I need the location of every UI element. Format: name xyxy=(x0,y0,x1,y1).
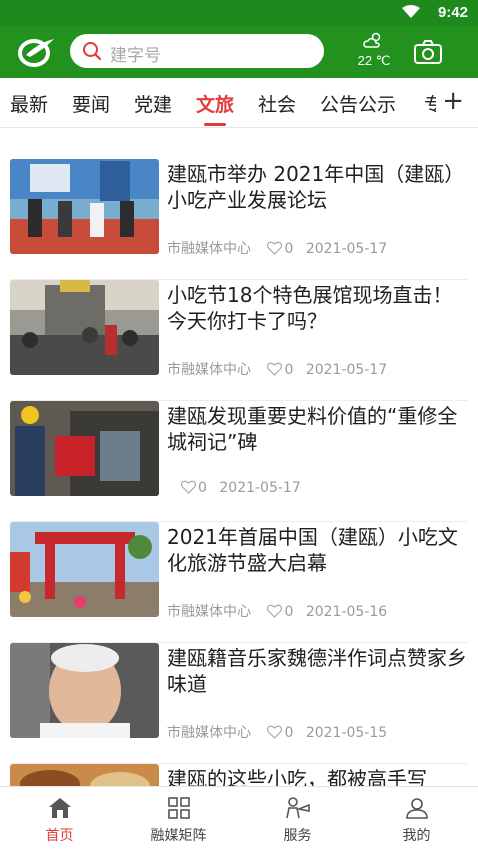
like-count: 0 xyxy=(284,241,294,257)
tab-society[interactable]: 社会 xyxy=(258,90,296,117)
heart-icon xyxy=(267,362,283,380)
news-title: 建瓯的这些小吃，都被高手写 xyxy=(167,767,427,786)
tab-culture-tourism[interactable]: 文旅 xyxy=(196,90,235,126)
news-date: 2021-05-16 xyxy=(305,604,388,620)
app-logo-icon[interactable] xyxy=(16,35,56,69)
search-icon xyxy=(82,41,102,65)
news-source: 市融媒体中心 xyxy=(167,725,251,741)
news-item[interactable]: 小吃节18个特色展馆现场直击！今天你打卡了吗？ 市融媒体中心 0 2021-05… xyxy=(0,280,478,401)
news-item[interactable]: 建瓯市举办 2021年中国（建瓯）小吃产业发展论坛 市融媒体中心 0 2021-… xyxy=(0,159,478,280)
news-item[interactable]: 2021年首届中国（建瓯）小吃文化旅游节盛大启幕 市融媒体中心 0 2021-0… xyxy=(0,522,478,643)
news-title: 小吃节18个特色展馆现场直击！今天你打卡了吗？ xyxy=(167,283,453,333)
like-button[interactable]: 0 xyxy=(267,241,293,259)
news-item[interactable]: 建瓯发现重要史料价值的“重修全城祠记”碑 0 2021-05-17 xyxy=(0,401,478,522)
news-thumbnail xyxy=(10,401,159,496)
like-count: 0 xyxy=(284,725,294,741)
weather-widget[interactable]: 22 ℃ xyxy=(352,31,396,73)
like-button[interactable]: 0 xyxy=(180,480,207,498)
nav-home[interactable]: 首页 xyxy=(0,787,119,851)
bottom-nav: 首页 融媒矩阵 服务 我的 xyxy=(0,786,478,850)
news-date: 2021-05-17 xyxy=(305,362,388,378)
service-icon xyxy=(238,797,357,823)
search-placeholder: 建字号 xyxy=(110,46,161,66)
partly-cloudy-icon xyxy=(352,31,396,53)
like-button[interactable]: 0 xyxy=(267,725,293,743)
tab-party-building[interactable]: 党建 xyxy=(134,90,172,117)
wifi-icon xyxy=(402,5,420,23)
news-source: 市融媒体中心 xyxy=(167,604,251,620)
status-bar: 9:42 xyxy=(0,0,478,26)
tab-latest[interactable]: 最新 xyxy=(10,90,48,117)
grid-icon xyxy=(119,797,238,823)
tab-label: 文旅 xyxy=(196,94,235,116)
nav-label: 首页 xyxy=(45,828,74,844)
nav-me[interactable]: 我的 xyxy=(357,787,476,851)
news-meta: 市融媒体中心 0 2021-05-15 xyxy=(167,722,387,743)
like-button[interactable]: 0 xyxy=(267,604,293,622)
heart-icon xyxy=(180,480,197,498)
nav-label: 融媒矩阵 xyxy=(150,828,207,844)
heart-icon xyxy=(267,241,283,259)
tab-announcements[interactable]: 公告公示 xyxy=(320,90,396,117)
app-header: 建字号 22 ℃ xyxy=(0,26,478,78)
home-icon xyxy=(0,797,119,823)
news-thumbnail xyxy=(10,764,159,786)
news-thumbnail xyxy=(10,159,159,254)
news-date: 2021-05-15 xyxy=(305,725,388,741)
active-tab-indicator xyxy=(204,123,227,126)
news-source: 市融媒体中心 xyxy=(167,362,251,378)
news-date: 2021-05-17 xyxy=(305,241,388,257)
news-meta: 市融媒体中心 0 2021-05-17 xyxy=(167,359,387,380)
news-thumbnail xyxy=(10,280,159,375)
news-meta: 市融媒体中心 0 2021-05-16 xyxy=(167,601,387,622)
news-list: 建瓯市举办 2021年中国（建瓯）小吃产业发展论坛 市融媒体中心 0 2021-… xyxy=(0,128,478,786)
camera-icon[interactable] xyxy=(413,39,443,69)
tab-headlines[interactable]: 要闻 xyxy=(72,90,110,117)
nav-label: 服务 xyxy=(283,828,312,844)
news-meta: 市融媒体中心 0 2021-05-17 xyxy=(167,238,387,259)
news-meta: 0 2021-05-17 xyxy=(180,480,301,498)
nav-media-matrix[interactable]: 融媒矩阵 xyxy=(119,787,238,851)
news-date: 2021-05-17 xyxy=(219,480,301,496)
news-thumbnail xyxy=(10,522,159,617)
add-tab-button[interactable]: + xyxy=(436,86,464,116)
like-button[interactable]: 0 xyxy=(267,362,293,380)
news-item[interactable]: 建瓯籍音乐家魏德泮作词点赞家乡味道 市融媒体中心 0 2021-05-15 xyxy=(0,643,478,764)
news-title: 建瓯市举办 2021年中国（建瓯）小吃产业发展论坛 xyxy=(167,162,465,212)
status-time: 9:42 xyxy=(437,4,468,21)
like-count: 0 xyxy=(284,362,294,378)
search-bar[interactable]: 建字号 xyxy=(70,34,324,68)
user-icon xyxy=(357,797,476,823)
news-title: 2021年首届中国（建瓯）小吃文化旅游节盛大启幕 xyxy=(167,525,458,575)
news-source: 市融媒体中心 xyxy=(167,241,251,257)
nav-label: 我的 xyxy=(402,828,431,844)
heart-icon xyxy=(267,604,283,622)
weather-temp: 22 ℃ xyxy=(357,53,391,68)
nav-services[interactable]: 服务 xyxy=(238,787,357,851)
like-count: 0 xyxy=(284,604,294,620)
news-thumbnail xyxy=(10,643,159,738)
like-count: 0 xyxy=(198,480,207,496)
category-tabs: 最新 要闻 党建 文旅 社会 公告公示 专 + xyxy=(0,78,478,128)
news-title: 建瓯籍音乐家魏德泮作词点赞家乡味道 xyxy=(167,646,467,696)
heart-icon xyxy=(267,725,283,743)
news-title: 建瓯发现重要史料价值的“重修全城祠记”碑 xyxy=(167,404,458,454)
news-item[interactable]: 建瓯的这些小吃，都被高手写 xyxy=(0,764,478,786)
